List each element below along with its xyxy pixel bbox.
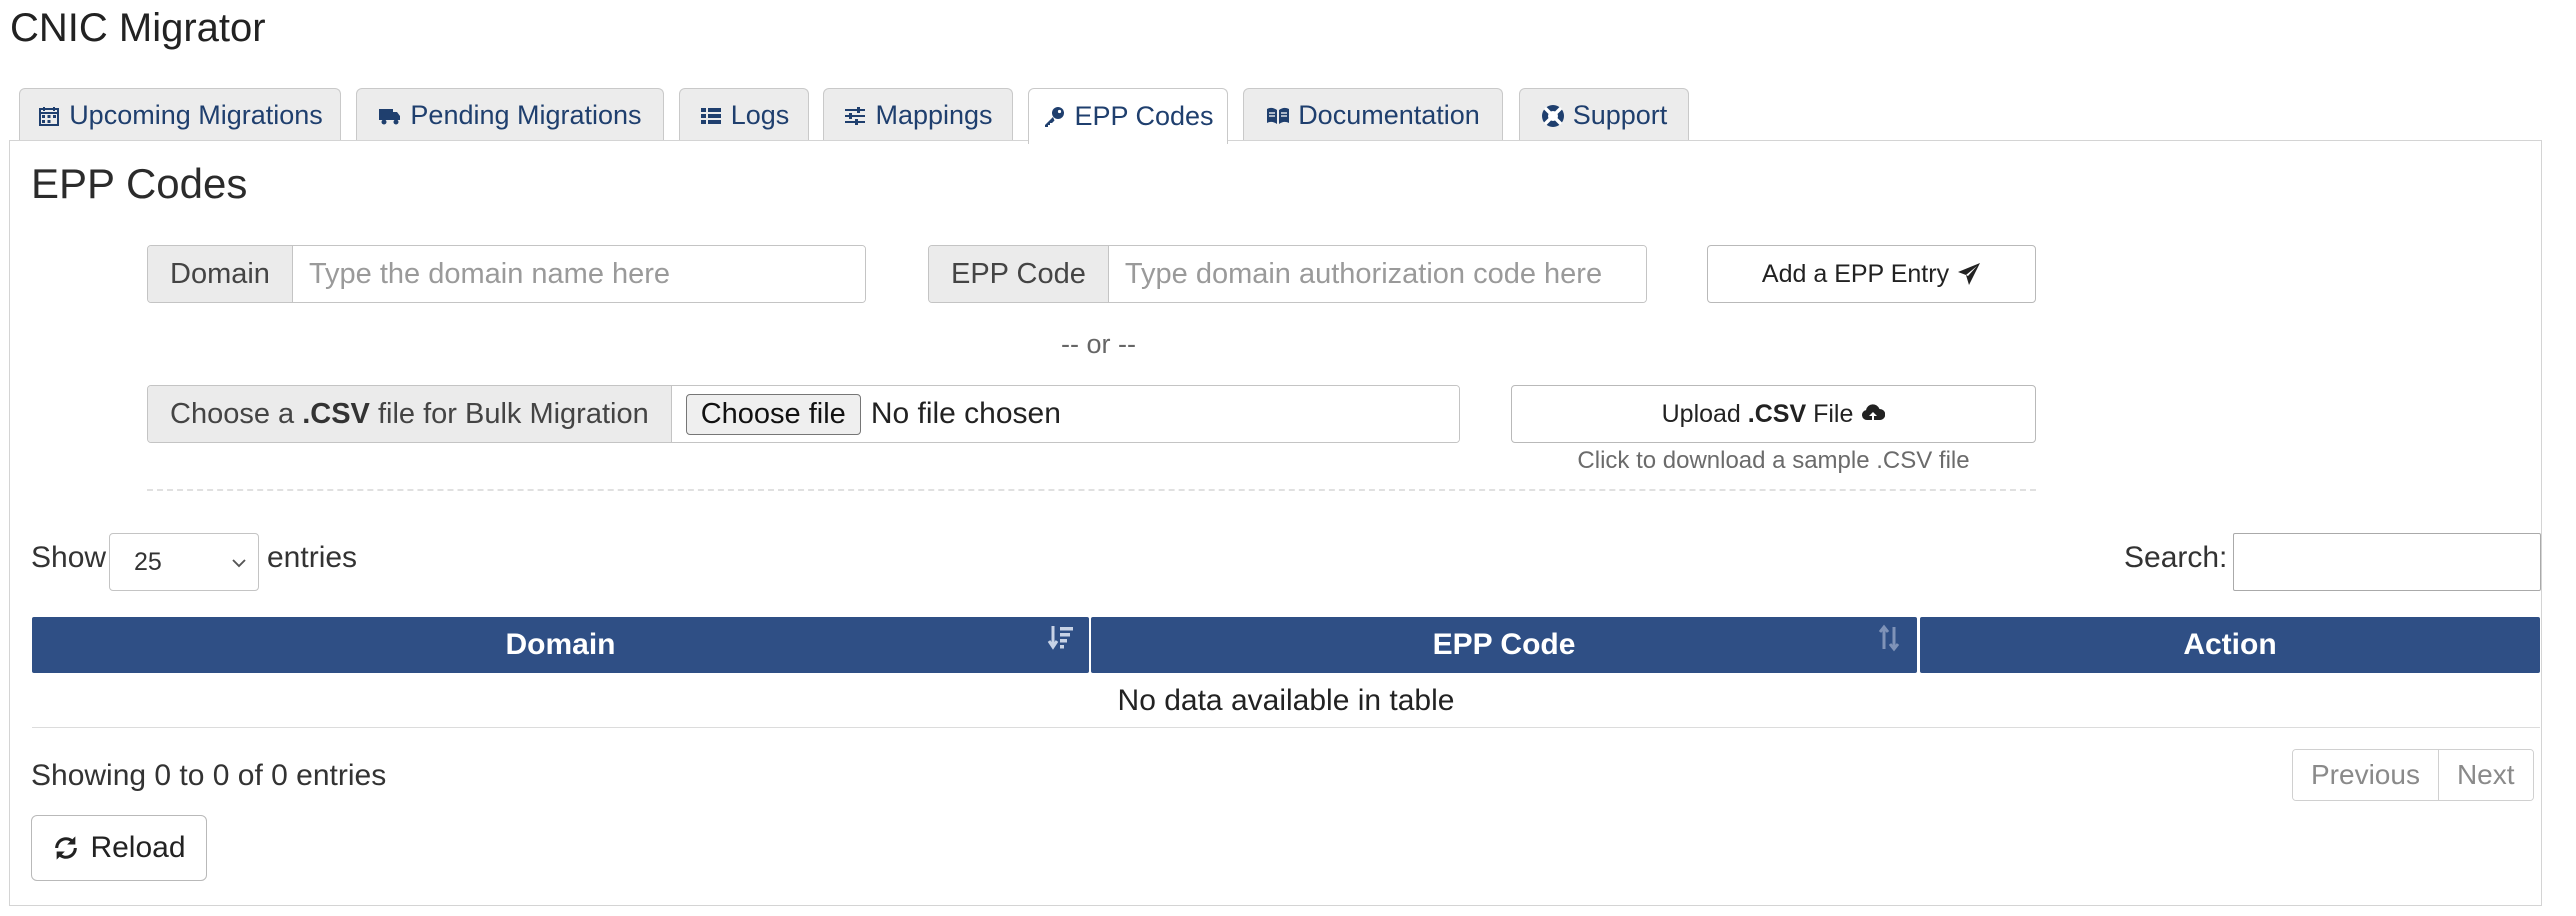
table-empty-row: No data available in table — [32, 677, 2540, 728]
domain-input[interactable] — [292, 246, 865, 302]
next-page-button[interactable]: Next — [2437, 750, 2533, 800]
truck-icon — [379, 108, 401, 124]
column-header-label: Action — [2183, 628, 2277, 661]
download-sample-csv-link[interactable]: Click to download a sample .CSV file — [1511, 447, 2036, 475]
add-epp-entry-button[interactable]: Add a EPP Entry — [1707, 245, 2036, 303]
csv-file-label: Choose a .CSV file for Bulk Migration — [148, 386, 672, 442]
tab-label: Pending Migrations — [410, 100, 642, 130]
column-header-label: Domain — [505, 628, 616, 661]
tab-label: Upcoming Migrations — [69, 100, 323, 130]
pagination: Previous Next — [2292, 749, 2534, 801]
sliders-icon — [845, 106, 866, 125]
table-search-input[interactable] — [2233, 533, 2541, 591]
choose-file-button[interactable]: Choose file — [685, 393, 861, 435]
book-icon — [1267, 107, 1290, 124]
entries-per-page-value: 25 — [134, 547, 162, 576]
upload-label-bold: .CSV — [1747, 399, 1807, 428]
entries-label: entries — [267, 541, 358, 574]
column-header-label: EPP Code — [1432, 628, 1576, 661]
upload-label-pre: Upload — [1661, 399, 1748, 428]
upload-csv-label: Upload .CSV File — [1662, 400, 1854, 429]
file-status: No file chosen — [870, 397, 1061, 430]
csv-label-post: file for Bulk Migration — [369, 397, 649, 430]
paper-plane-icon — [1958, 263, 1981, 285]
entries-per-page-select[interactable]: 25 — [109, 533, 259, 591]
tab-label: Documentation — [1298, 100, 1480, 130]
tab-support[interactable]: Support — [1519, 88, 1689, 142]
tab-upcoming-migrations[interactable]: Upcoming Migrations — [19, 88, 341, 142]
tab-epp-codes[interactable]: EPP Codes — [1028, 88, 1228, 144]
refresh-icon — [55, 836, 78, 860]
table-info: Showing 0 to 0 of 0 entries — [31, 759, 387, 792]
sort-both-icon — [1878, 624, 1900, 652]
epp-code-input-group: EPP Code — [928, 245, 1647, 303]
key-icon — [1045, 106, 1065, 127]
csv-file-group: Choose a .CSV file for Bulk Migration Ch… — [147, 385, 1460, 443]
file-input: Choose file No file chosen — [671, 386, 1459, 442]
csv-label-pre: Choose a — [170, 397, 303, 430]
calendar-icon — [39, 106, 60, 126]
domain-input-group: Domain — [147, 245, 866, 303]
or-separator: -- or -- — [1061, 329, 1136, 359]
tab-label: Logs — [730, 100, 790, 130]
chevron-down-icon — [232, 559, 246, 568]
tab-pending-migrations[interactable]: Pending Migrations — [356, 88, 664, 142]
tab-logs[interactable]: Logs — [679, 88, 809, 142]
reload-button[interactable]: Reload — [31, 815, 207, 881]
tab-label: EPP Codes — [1074, 101, 1214, 131]
tab-label: Mappings — [875, 100, 993, 130]
search-label: Search: — [2124, 541, 2228, 574]
column-header-action: Action — [1920, 617, 2540, 673]
reload-label: Reload — [90, 831, 186, 864]
column-header-epp-code[interactable]: EPP Code — [1091, 617, 1917, 673]
show-label: Show — [31, 541, 107, 574]
upload-csv-button[interactable]: Upload .CSV File — [1511, 385, 2036, 443]
column-header-domain[interactable]: Domain — [32, 617, 1089, 673]
domain-label: Domain — [148, 246, 293, 302]
upload-label-post: File — [1806, 399, 1854, 428]
form-divider — [147, 489, 2036, 491]
section-title: EPP Codes — [31, 160, 248, 207]
epp-code-input[interactable] — [1108, 246, 1646, 302]
csv-label-bold: .CSV — [302, 397, 370, 430]
tab-label: Support — [1572, 100, 1668, 130]
tab-documentation[interactable]: Documentation — [1243, 88, 1503, 142]
epp-codes-panel: EPP Codes Domain EPP Code Add a EPP Entr… — [9, 140, 2542, 906]
app-title: CNIC Migrator — [10, 6, 266, 50]
tab-mappings[interactable]: Mappings — [823, 88, 1013, 142]
list-icon — [700, 107, 721, 124]
lifebuoy-icon — [1541, 104, 1564, 127]
previous-page-button[interactable]: Previous — [2293, 750, 2438, 800]
sort-desc-icon — [1047, 626, 1073, 650]
cloud-upload-icon — [1862, 404, 1886, 421]
epp-code-label: EPP Code — [929, 246, 1109, 302]
add-epp-entry-label: Add a EPP Entry — [1761, 259, 1950, 288]
